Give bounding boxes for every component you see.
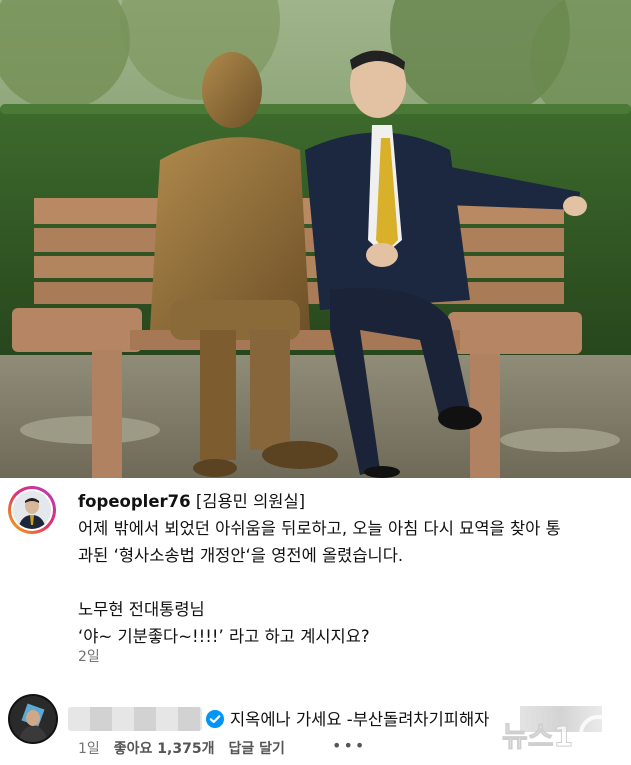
reply-button[interactable]: 답글 달기: [228, 741, 284, 757]
caption-line: [78, 569, 623, 596]
news1-watermark-logo: 뉴스1: [502, 715, 617, 754]
commenter-avatar-image: [10, 696, 56, 742]
author-avatar-image: [13, 491, 51, 529]
commenter-avatar[interactable]: [8, 694, 58, 744]
more-options-icon[interactable]: •••: [332, 736, 366, 755]
caption-line: ‘야~ 기분좋다~!!!!’ 라고 하고 계시지요?: [78, 627, 370, 646]
verified-badge-icon: [206, 710, 224, 728]
comment-text: 지옥에나 가세요 -부산돌려차기피해자: [230, 710, 495, 729]
post-timestamp: 2일: [78, 649, 100, 665]
comment-meta: 1일 좋아요 1,375개 답글 달기: [78, 738, 299, 758]
comment-timestamp: 1일: [78, 741, 100, 757]
comment-likes[interactable]: 좋아요 1,375개: [114, 741, 215, 757]
caption-line: 어제 밖에서 뵈었던 아쉬움을 뒤로하고, 오늘 아침 다시 묘역을 찾아 통: [78, 519, 561, 538]
caption-line: 노무현 전대통령님: [78, 600, 205, 619]
watermark-text: 뉴스1: [502, 720, 573, 753]
author-avatar[interactable]: [8, 486, 56, 534]
post-caption: fopeopler76 [김용민 의원실] 어제 밖에서 뵈었던 아쉬움을 뒤로…: [78, 488, 623, 650]
redacted-username: [68, 707, 202, 731]
author-username[interactable]: fopeopler76: [78, 492, 191, 511]
caption-line: [김용민 의원실]: [195, 492, 306, 511]
photo-illustration: [0, 0, 631, 478]
post-photo[interactable]: [0, 0, 631, 478]
caption-line: 과된 ‘형사소송법 개정안‘을 영전에 올렸습니다.: [78, 546, 404, 565]
